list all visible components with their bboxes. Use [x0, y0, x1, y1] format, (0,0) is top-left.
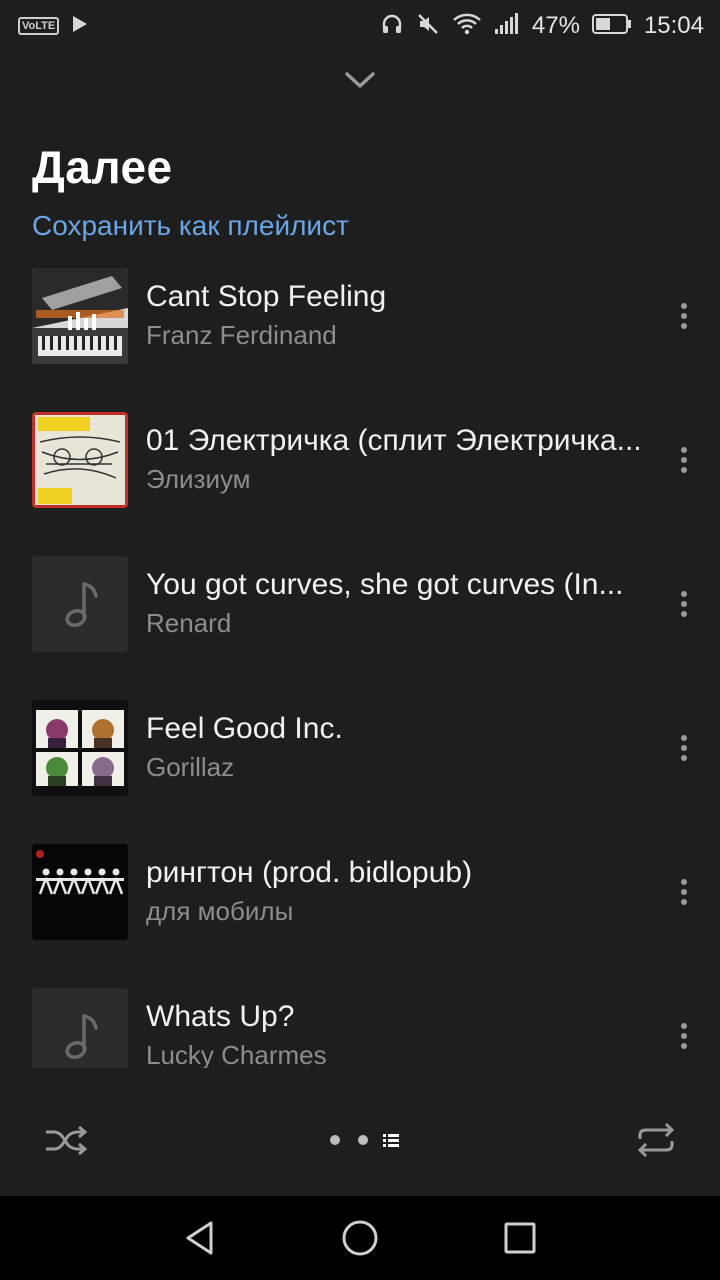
- list-item[interactable]: Whats Up? Lucky Charmes: [0, 976, 720, 1068]
- gorillaz-cover: [32, 700, 128, 796]
- more-options-icon[interactable]: [664, 1014, 704, 1058]
- track-artist: Элизиум: [146, 464, 251, 494]
- more-options-icon[interactable]: [664, 870, 704, 914]
- track-title: Whats Up?: [146, 1000, 295, 1033]
- track-artist: Franz Ferdinand: [146, 320, 337, 350]
- list-item[interactable]: 01 Электричка (сплит Электричка... Элизи…: [0, 400, 720, 544]
- dark-figures-cover: [32, 844, 128, 940]
- recents-icon[interactable]: [496, 1216, 544, 1260]
- list-item[interactable]: рингтон (prod. bidlopub) для мобилы: [0, 832, 720, 976]
- track-artist: для мобилы: [146, 896, 294, 926]
- track-artist: Lucky Charmes: [146, 1040, 327, 1068]
- page-title: Далее: [32, 141, 173, 193]
- track-title: Feel Good Inc.: [146, 712, 343, 745]
- music-note-placeholder: [32, 556, 128, 652]
- shuffle-icon[interactable]: [40, 1120, 92, 1160]
- list-item[interactable]: Cant Stop Feeling Franz Ferdinand: [0, 256, 720, 400]
- clock: 15:04: [643, 12, 704, 39]
- page-dot: [358, 1135, 368, 1145]
- status-bar: VoLTE 47% 15:04: [0, 0, 720, 52]
- track-title: Cant Stop Feeling: [146, 280, 387, 313]
- battery-percent: 47%: [531, 12, 580, 39]
- signal-icon: [494, 12, 520, 40]
- more-options-icon[interactable]: [664, 582, 704, 626]
- more-options-icon[interactable]: [664, 294, 704, 338]
- track-artist: Gorillaz: [146, 752, 235, 782]
- mute-icon: [416, 12, 440, 41]
- home-icon[interactable]: [336, 1216, 384, 1260]
- queue-list-icon: [383, 1134, 399, 1147]
- elizium-cover: [32, 412, 128, 508]
- system-nav-bar: [0, 1196, 720, 1280]
- back-icon[interactable]: [176, 1216, 224, 1260]
- list-item[interactable]: You got curves, she got curves (In... Re…: [0, 544, 720, 688]
- page-dot: [330, 1135, 340, 1145]
- track-title: 01 Электричка (сплит Электричка...: [146, 424, 642, 457]
- franz-ferdinand-cover: [32, 268, 128, 364]
- wifi-icon: [452, 12, 482, 41]
- playback-controls: [0, 1068, 720, 1196]
- list-item[interactable]: Feel Good Inc. Gorillaz: [0, 688, 720, 832]
- headphones-icon: [380, 12, 404, 41]
- track-artist: Renard: [146, 608, 232, 638]
- queue-list: Cant Stop Feeling Franz Ferdinand 01 Эле…: [0, 256, 720, 1068]
- track-title: You got curves, she got curves (In...: [146, 568, 624, 601]
- music-note-placeholder: [32, 988, 128, 1068]
- battery-icon: [591, 13, 632, 40]
- collapse-chevron-icon[interactable]: [340, 62, 380, 98]
- more-options-icon[interactable]: [664, 438, 704, 482]
- play-indicator-icon: [71, 14, 89, 39]
- save-as-playlist-link[interactable]: Сохранить как плейлист: [32, 210, 349, 242]
- page-indicator: [316, 1128, 406, 1152]
- more-options-icon[interactable]: [664, 726, 704, 770]
- volte-indicator: VoLTE: [18, 17, 60, 35]
- track-title: рингтон (prod. bidlopub): [146, 856, 473, 889]
- repeat-icon[interactable]: [630, 1120, 682, 1160]
